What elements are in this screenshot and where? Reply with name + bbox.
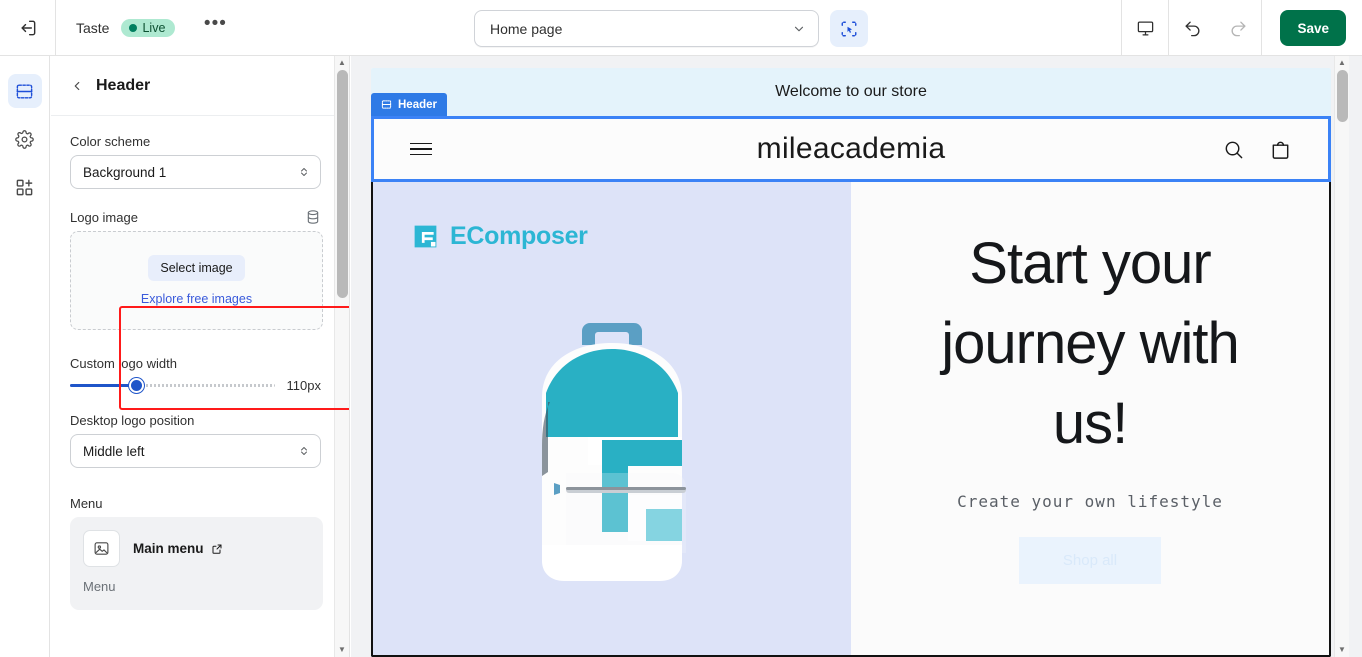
desktop-icon[interactable]: [1122, 0, 1168, 56]
page-selector[interactable]: Home page: [474, 10, 819, 47]
logo-image-label: Logo image: [70, 209, 138, 225]
external-link-icon: [212, 544, 222, 554]
custom-logo-width-slider[interactable]: [70, 377, 275, 393]
slider-fill: [70, 383, 136, 387]
section-label-text: Header: [398, 98, 437, 111]
settings-sidebar: Header Color scheme Background 1 Logo im…: [51, 56, 350, 657]
store-info: Taste Live •••: [56, 14, 229, 42]
logo-image-dropzone[interactable]: Select image Explore free images: [70, 231, 323, 330]
divider: [1261, 0, 1263, 56]
save-button[interactable]: Save: [1280, 10, 1346, 46]
desktop-logo-position-select[interactable]: Middle left: [70, 434, 321, 468]
preview-pane: Welcome to our store Header mileacademia: [351, 56, 1362, 657]
custom-logo-width-label: Custom logo width: [70, 356, 177, 371]
store-title: Taste: [76, 19, 110, 36]
header-actions: [1222, 138, 1292, 161]
announcement-text: Welcome to our store: [775, 83, 927, 100]
ecomposer-mark-icon: [414, 225, 437, 248]
ellipsis-icon[interactable]: •••: [201, 14, 229, 42]
exit-icon[interactable]: [0, 0, 56, 56]
image-placeholder-icon: [83, 530, 120, 567]
sidebar-item-sections[interactable]: [7, 74, 42, 108]
storefront-canvas: Welcome to our store Header mileacademia: [371, 68, 1331, 657]
apps-add-icon: [16, 179, 33, 195]
menu-card[interactable]: Main menu Menu: [70, 517, 323, 610]
menu-section-label: Menu: [70, 496, 103, 511]
theme-editor-app: Taste Live ••• Home page Save Header Col…: [0, 0, 1362, 657]
redo-icon: [1215, 0, 1261, 56]
page-selector-value: Home page: [490, 20, 563, 37]
shopping-bag-icon: [1272, 141, 1289, 159]
storefront-header[interactable]: mileacademia: [371, 116, 1331, 182]
preview-scrollbar[interactable]: ▲ ▼: [1334, 56, 1349, 657]
live-dot-icon: [129, 23, 138, 32]
announcement-bar: Welcome to our store: [371, 68, 1331, 116]
header-section-wrapper: Header mileacademia: [371, 93, 1331, 182]
scrollbar-thumb[interactable]: [337, 70, 348, 298]
explore-free-images-link[interactable]: Explore free images: [141, 292, 252, 306]
undo-icon[interactable]: [1169, 0, 1215, 56]
scrollbar-thumb[interactable]: [1337, 70, 1348, 122]
custom-logo-width-row: 110px: [70, 377, 321, 393]
selection-cursor-icon[interactable]: [830, 10, 868, 47]
hero-headline: Start your journey with us!: [941, 231, 1239, 457]
color-scheme-label: Color scheme: [70, 134, 151, 149]
desktop-logo-position-value: Middle left: [83, 443, 145, 459]
scroll-up-arrow-icon[interactable]: ▲: [338, 56, 346, 70]
chevron-left-icon[interactable]: [70, 79, 84, 93]
teal-backpack-image: [542, 323, 686, 581]
menu-card-row: Main menu: [83, 530, 310, 567]
sidebar-content: Color scheme Background 1 Logo image Sel…: [51, 116, 349, 610]
page-title: Header: [96, 76, 151, 94]
sections-icon: [16, 83, 33, 99]
hero-text-panel: Start your journey with us! Create your …: [851, 182, 1329, 655]
store-brand-name: mileacademia: [756, 132, 946, 165]
select-image-button[interactable]: Select image: [148, 255, 245, 281]
scroll-up-arrow-icon[interactable]: ▲: [1338, 56, 1346, 70]
database-icon: [307, 210, 319, 224]
page-selector-group: Home page: [474, 10, 868, 47]
ecomposer-logo-text: EComposer: [450, 222, 588, 250]
section-icon: [381, 100, 392, 109]
logo-image-header: Logo image: [70, 209, 321, 225]
chevron-up-down-icon: [301, 447, 307, 455]
ecomposer-logo: EComposer: [411, 222, 588, 251]
slider-thumb[interactable]: [129, 377, 144, 393]
scroll-down-arrow-icon[interactable]: ▼: [1338, 643, 1346, 657]
menu-card-title-text: Main menu: [133, 541, 204, 556]
hero-image-panel: EComposer: [373, 182, 851, 655]
hamburger-icon[interactable]: [410, 142, 432, 156]
desktop-logo-position-label: Desktop logo position: [70, 413, 195, 428]
color-scheme-value: Background 1: [83, 164, 167, 180]
search-icon: [1225, 141, 1243, 158]
custom-logo-width-value: 110px: [286, 377, 321, 393]
status-badge: Live: [121, 18, 176, 37]
chevron-down-icon: [794, 26, 804, 31]
hero-subtitle: Create your own lifestyle: [957, 492, 1223, 512]
gear-icon: [15, 129, 34, 149]
chevron-up-down-icon: [301, 168, 307, 176]
shop-all-button[interactable]: Shop all: [1018, 537, 1162, 585]
menu-card-subtitle: Menu: [83, 579, 116, 594]
sidebar-item-apps[interactable]: [8, 170, 42, 204]
sidebar-scrollbar[interactable]: ▲ ▼: [334, 56, 349, 657]
top-toolbar: Taste Live ••• Home page Save: [0, 0, 1362, 56]
menu-card-title: Main menu: [133, 541, 223, 556]
sidebar-item-settings[interactable]: [8, 122, 42, 156]
left-rail: [0, 56, 50, 657]
sidebar-header: Header: [51, 56, 349, 116]
section-label-tab[interactable]: Header: [371, 93, 447, 116]
toolbar-actions: Save: [1121, 0, 1362, 56]
color-scheme-select[interactable]: Background 1: [70, 155, 321, 189]
scroll-down-arrow-icon[interactable]: ▼: [338, 643, 346, 657]
hero-section: EComposer Start your journey with us! Cr…: [371, 182, 1331, 657]
live-badge-label: Live: [142, 20, 166, 35]
